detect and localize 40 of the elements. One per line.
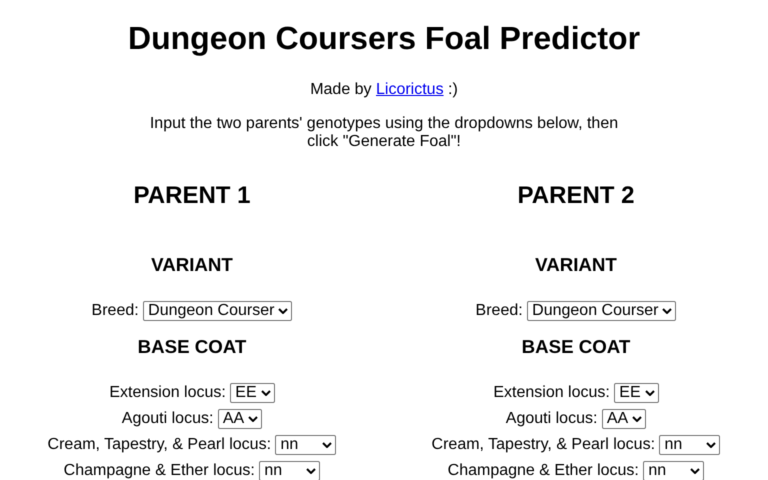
field-label: Extension locus: (109, 383, 227, 403)
field-label: Breed: (476, 301, 524, 321)
field-label: Champagne & Ether locus: (64, 461, 256, 480)
parent-heading: PARENT 1 (134, 182, 250, 210)
field-label: Cream, Tapestry, & Pearl locus: (432, 435, 656, 455)
field-label: Cream, Tapestry, & Pearl locus: (48, 435, 272, 455)
field-label: Agouti locus: (122, 409, 214, 429)
genotype-dropdown[interactable]: Dungeon Courser (143, 301, 292, 321)
caret-icon (632, 416, 642, 422)
genotype-dropdown[interactable]: AA (602, 409, 646, 429)
caret-icon (260, 390, 271, 396)
caret-icon (644, 390, 655, 396)
field-label: Champagne & Ether locus: (448, 461, 640, 480)
parent-heading: PARENT 2 (518, 182, 634, 210)
page-title: Dungeon Coursers Foal Predictor (126, 20, 642, 57)
field-label: Agouti locus: (506, 409, 598, 429)
credit-text: Made by Licorictus :) (309, 81, 459, 99)
section-heading: BASE COAT (522, 336, 630, 358)
section-heading: VARIANT (151, 254, 233, 276)
caret-icon (662, 308, 672, 314)
section-heading: VARIANT (535, 254, 617, 276)
caret-icon (248, 416, 258, 422)
caret-icon (322, 442, 332, 448)
instructions-text: Input the two parents' genotypes using the dropdowns below, then click "Generate Foal"! (148, 115, 620, 151)
genotype-dropdown[interactable]: AA (218, 409, 262, 429)
field-label: Extension locus: (493, 383, 611, 403)
caret-icon (306, 468, 316, 474)
field-label: Breed: (92, 301, 140, 321)
caret-icon (706, 442, 716, 448)
genotype-dropdown[interactable]: EE (614, 383, 659, 403)
caret-icon (690, 468, 700, 474)
genotype-dropdown[interactable]: nn (259, 461, 320, 480)
caret-icon (278, 308, 288, 314)
genotype-dropdown[interactable]: nn (643, 461, 704, 480)
author-link[interactable]: Licorictus (376, 81, 444, 98)
genotype-dropdown[interactable]: EE (230, 383, 275, 403)
genotype-dropdown[interactable]: Dungeon Courser (527, 301, 676, 321)
section-heading: BASE COAT (138, 336, 246, 358)
genotype-dropdown[interactable]: nn (659, 435, 720, 455)
genotype-dropdown[interactable]: nn (275, 435, 336, 455)
